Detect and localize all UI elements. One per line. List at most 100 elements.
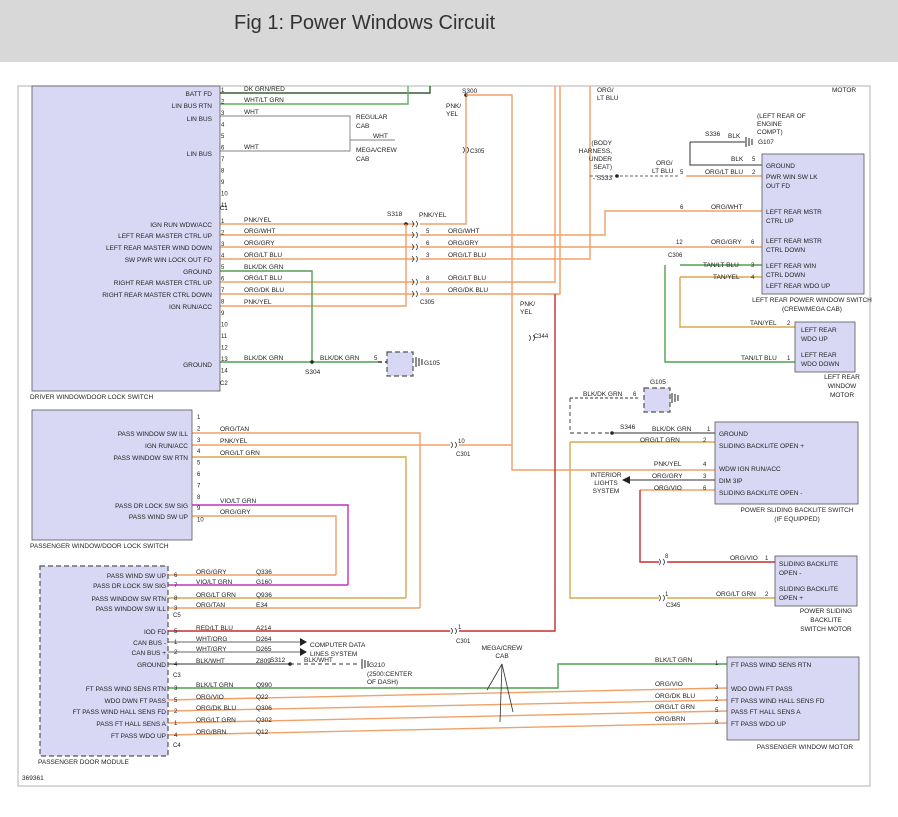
lrs-pin-label: CTRL DOWN [766,247,805,254]
pin-number: 2 [197,426,201,432]
g210-note: OF DASH) [367,679,398,686]
psm-pin-label: SLIDING BACKLITE [779,561,839,568]
wire-label: ORG/ [656,160,673,167]
figure-id: 369361 [22,775,44,782]
pin-number: 13 [221,357,228,363]
pdm-pin-label: WDO DWN FT PASS [104,698,166,705]
driver-pin-label: IGN RUN WDW/ACC [150,222,212,229]
wire-label: WHT/ORG [196,636,227,643]
lrm-pin-label: WDO UP [801,336,828,343]
c344-wire-label: PNK/ [520,301,535,308]
wire-label: WHT [244,109,259,116]
pin-number: 7 [174,583,178,589]
driver-pin-label: LIN BUS RTN [172,103,213,110]
wire-label: ORG/WHT [448,228,479,235]
wire-label: ORG/VIO [196,694,224,701]
arrow-icon [622,476,630,484]
splice-s312 [288,662,292,666]
pnk-yel-label: PNK/ [446,103,461,110]
pin-number: 4 [703,462,707,468]
driver-pin-label: RIGHT REAR MASTER CTRL DOWN [102,292,212,299]
driver-pin-label: RIGHT REAR MASTER CTRL UP [114,280,212,287]
pin-number: 9 [197,506,201,512]
wire-label: ORG/VIO [655,681,683,688]
splice-s333: - S333 [593,175,613,182]
connector-c305: C305 [420,300,435,306]
wire-label: ORG/TAN [196,602,225,609]
wire-label: BLK/DK GRN [244,264,284,271]
arrow-icon [300,648,307,656]
pin-number: 7 [221,288,225,294]
wire-label: TAN/YEL [750,320,777,327]
passenger-door-module-name: PASSENGER DOOR MODULE [38,759,130,766]
driver-pin-label: BATT FD [186,91,213,98]
pin-number: 5 [426,229,430,235]
pin-number: 2 [174,709,178,715]
driver-pin-label: GROUND [183,362,212,369]
ground-icon [671,393,679,403]
g107-note: ENGINE [757,121,783,128]
wire-label: ORG/GRY [652,473,683,480]
wire-label: PNK/YEL [220,438,248,445]
lrs-pin-label: LEFT REAR WIN [766,263,816,270]
pdm-pin-label: IOD FD [144,629,166,636]
wire-org-ltgrn-down [569,442,659,599]
lrm-pin-label: WDO DOWN [801,361,840,368]
wire-label: BLK/DK GRN [244,355,284,362]
circuit-label: Q336 [256,569,272,576]
pin-number: 8 [174,596,178,602]
driver-pin-label: LIN BUS [187,151,213,158]
connector-c301: C301 [456,639,471,645]
ground-box-g105 [386,351,414,377]
pdm-pin-label: PASS WINDOW SW ILL [96,606,167,613]
pdm-pin-label: CAN BUS - [133,640,166,647]
wire-label: ORG/VIO [730,555,758,562]
lrs-pin-label: LEFT REAR MSTR [766,238,822,245]
pin-number: 1 [197,415,201,421]
pin-number: 5 [174,698,178,704]
driver-pin-label: SW PWR WIN LOCK OUT FD [125,257,213,264]
pin-number: 7 [221,157,225,163]
psb-pin-label: GROUND [719,431,748,438]
connector-c4: C4 [173,743,181,749]
body-harness-note: HARNESS, [579,148,612,155]
pin-number: 5 [197,461,201,467]
pin-number: 2 [174,650,178,656]
pin-number: 7 [197,483,201,489]
wire-label: ORG/DK BLU [448,287,488,294]
ground-g210-label: G210 [369,662,385,669]
driver-pin-label: IGN RUN/ACC [169,304,212,311]
ground-g105b-label: G105 [650,379,666,386]
pin-number: 14 [221,369,228,375]
circuit-label: Q990 [256,682,272,689]
lrs-pin-label: LEFT REAR MSTR [766,209,822,216]
wire-label: ORG/LT BLU [705,169,743,176]
wire-pdm-orgvio [167,687,728,701]
left-rear-motor-name: MOTOR [830,392,854,399]
pin-number: 6 [426,241,430,247]
pdm-pin-label: GROUND [137,662,166,669]
mega-cab-label: CAB [356,156,369,163]
wiring-diagram-canvas: DRIVER WINDOW/DOOR LOCK SWITCH PASSENGER … [17,85,872,787]
connector-c345: C345 [666,603,681,609]
pdm-pin-label: CAN BUS + [132,650,167,657]
wire-label: ORG/DK BLU [655,693,695,700]
pin-number: 6 [680,205,684,211]
pin-number: 1 [458,625,462,631]
pin-number: 5 [221,134,225,140]
wire-label: ORG/BRN [196,729,227,736]
pwm-pin-label: FT PASS WIND SENS RTN [731,662,811,669]
ground-box-g105b [643,387,671,413]
regular-cab-label: CAB [356,123,369,130]
pdm-pin-label: PASS WIND SW UP [107,573,166,580]
wire-pdm-orgltgrn2 [167,710,728,724]
left-rear-switch-sub: (CREW/MEGA CAB) [782,306,842,313]
wire-label: ORG/LT GRN [196,717,236,724]
wire-label: ORG/LT BLU [244,275,282,282]
wire-ign-run-up [420,95,467,225]
wire-label: TAN/LT BLU [703,262,739,269]
lrm-pin-label: LEFT REAR [801,352,837,359]
connector-c345 [658,558,665,566]
wire-org-vio-down [639,490,659,563]
wire-label: ORG/LT BLU [448,275,486,282]
